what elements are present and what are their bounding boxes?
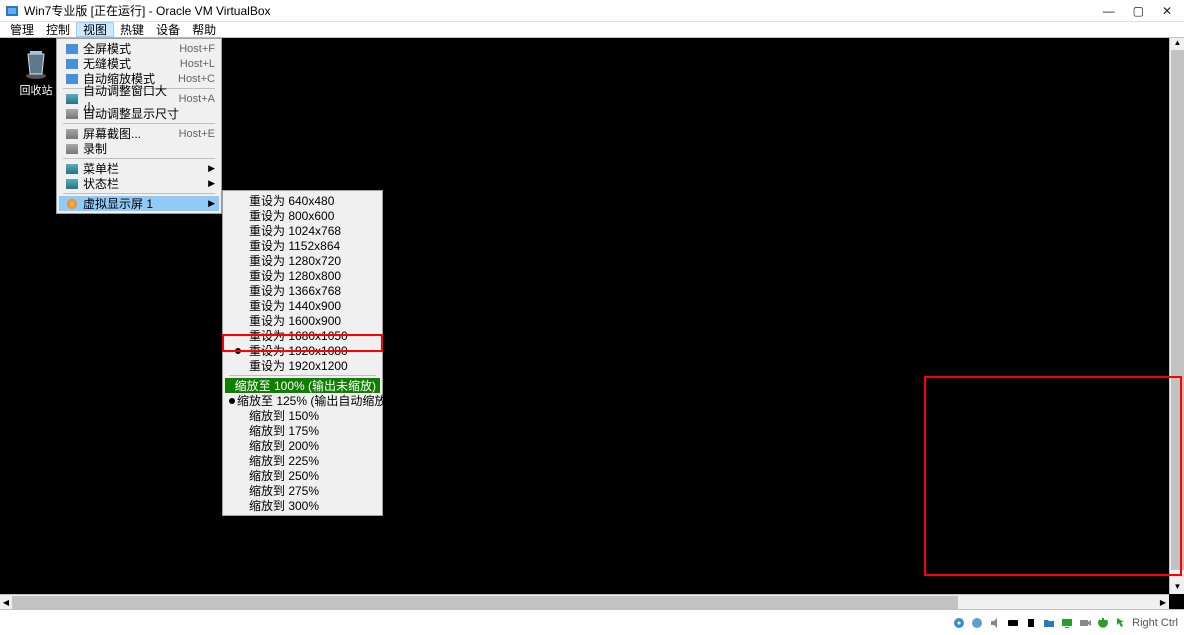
submenu-item[interactable]: 缩放到 250% (225, 468, 380, 483)
close-button[interactable]: ✕ (1162, 4, 1172, 18)
submenu-arrow-icon: ▶ (208, 198, 215, 209)
submenu-item[interactable]: 缩放到 150% (225, 408, 380, 423)
submenu-item[interactable]: 缩放到 225% (225, 453, 380, 468)
submenu-item[interactable]: 重设为 1024x768 (225, 223, 380, 238)
scroll-left-icon[interactable]: ◀ (0, 595, 12, 610)
record-icon[interactable] (1078, 616, 1092, 630)
blue-icon (63, 44, 81, 54)
submenu-arrow-icon: ▶ (208, 178, 215, 189)
menu-2[interactable]: 视图 (76, 22, 114, 37)
statusbar: Right Ctrl (0, 609, 1184, 635)
recycle-bin[interactable]: 回收站 (12, 44, 60, 98)
menu-5[interactable]: 帮助 (186, 22, 222, 37)
view-menu-item[interactable]: 屏幕截图...Host+E (59, 126, 219, 141)
minimize-button[interactable]: — (1103, 4, 1115, 18)
view-menu-item[interactable]: 自动调整窗口大小Host+A (59, 91, 219, 106)
submenu-item[interactable]: 缩放到 200% (225, 438, 380, 453)
submenu-item[interactable]: 重设为 640x480 (225, 193, 380, 208)
folder-icon[interactable] (1042, 616, 1056, 630)
horizontal-scrollbar[interactable]: ◀ ▶ (0, 594, 1169, 609)
scroll-up-icon[interactable]: ▲ (1170, 38, 1184, 50)
scroll-down-icon[interactable]: ▼ (1170, 582, 1184, 594)
teal-icon (63, 179, 81, 189)
submenu-item[interactable]: 重设为 1366x768 (225, 283, 380, 298)
submenu-item[interactable]: 重设为 800x600 (225, 208, 380, 223)
view-menu-item[interactable]: 自动调整显示尺寸 (59, 106, 219, 121)
menu-shortcut: Host+A (179, 93, 215, 105)
virtual-screen-submenu: 重设为 640x480重设为 800x600重设为 1024x768重设为 11… (222, 190, 383, 516)
submenu-item[interactable]: 重设为 1440x900 (225, 298, 380, 313)
menu-shortcut: Host+E (179, 128, 215, 140)
menu-shortcut: Host+F (179, 43, 215, 55)
submenu-item[interactable]: 重设为 1280x720 (225, 253, 380, 268)
submenu-item[interactable]: 重设为 1152x864 (225, 238, 380, 253)
maximize-button[interactable]: ▢ (1133, 4, 1144, 18)
guest-display[interactable]: 回收站 全屏模式Host+F无缝模式Host+L自动缩放模式Host+C自动调整… (0, 38, 1184, 609)
machine-state-icon[interactable] (1096, 616, 1110, 630)
usb-icon[interactable] (1024, 616, 1038, 630)
menu-separator (63, 123, 215, 124)
submenu-arrow-icon: ▶ (208, 163, 215, 174)
submenu-item[interactable]: 重设为 1920x1080 (225, 343, 380, 358)
teal-icon (63, 94, 81, 104)
vertical-scrollbar[interactable]: ▲ ▼ (1169, 38, 1184, 594)
submenu-item-label: 缩放到 300% (247, 497, 376, 514)
menu-separator (63, 158, 215, 159)
submenu-item[interactable]: 缩放到 175% (225, 423, 380, 438)
menu-item-label: 虚拟显示屏 1 (81, 195, 215, 212)
submenu-item[interactable]: 重设为 1280x800 (225, 268, 380, 283)
menubar: 管理控制视图热键设备帮助 (0, 22, 1184, 38)
host-key-label: Right Ctrl (1132, 617, 1178, 629)
gray-icon (63, 144, 81, 154)
audio-icon[interactable] (988, 616, 1002, 630)
gray-icon (63, 129, 81, 139)
menu-1[interactable]: 控制 (40, 22, 76, 37)
submenu-separator (229, 375, 376, 376)
radio-slot (229, 348, 247, 354)
view-menu-dropdown: 全屏模式Host+F无缝模式Host+L自动缩放模式Host+C自动调整窗口大小… (56, 38, 222, 214)
menu-3[interactable]: 热键 (114, 22, 150, 37)
view-menu-item[interactable]: 虚拟显示屏 1▶ (59, 196, 219, 211)
view-menu-item[interactable]: 录制 (59, 141, 219, 156)
blue-icon (63, 59, 81, 69)
submenu-item[interactable]: 缩放至 125% (输出自动缩放) (225, 393, 380, 408)
view-menu-item[interactable]: 无缝模式Host+L (59, 56, 219, 71)
scroll-right-icon[interactable]: ▶ (1157, 595, 1169, 610)
submenu-item-label: 重设为 1920x1200 (247, 357, 376, 374)
submenu-item[interactable]: 重设为 1600x900 (225, 313, 380, 328)
submenu-item[interactable]: 重设为 1680x1050 (225, 328, 380, 343)
menu-shortcut: Host+C (178, 73, 215, 85)
menu-4[interactable]: 设备 (150, 22, 186, 37)
gray-icon (63, 109, 81, 119)
submenu-item[interactable]: 缩放到 300% (225, 498, 380, 513)
menu-shortcut: Host+L (180, 58, 215, 70)
horizontal-scrollbar-thumb[interactable] (12, 596, 958, 609)
orange-icon (63, 199, 81, 209)
recycle-bin-icon (18, 44, 54, 80)
submenu-item[interactable]: 重设为 1920x1200 (225, 358, 380, 373)
menu-item-label: 录制 (81, 140, 215, 157)
optical-icon[interactable] (970, 616, 984, 630)
vertical-scrollbar-thumb[interactable] (1171, 50, 1184, 570)
window-title: Win7专业版 [正在运行] - Oracle VM VirtualBox (24, 2, 1103, 19)
submenu-item[interactable]: 缩放到 275% (225, 483, 380, 498)
view-menu-item[interactable]: 菜单栏▶ (59, 161, 219, 176)
display-icon[interactable] (1060, 616, 1074, 630)
submenu-item[interactable]: 缩放至 100% (输出未缩放) (225, 378, 380, 393)
virtualbox-icon (4, 3, 20, 19)
teal-icon (63, 164, 81, 174)
network-icon[interactable] (1006, 616, 1020, 630)
menu-item-label: 状态栏 (81, 175, 215, 192)
recycle-bin-label: 回收站 (12, 82, 60, 98)
blue-icon (63, 74, 81, 84)
disk-icon[interactable] (952, 616, 966, 630)
menu-item-label: 自动调整显示尺寸 (81, 105, 215, 122)
mouse-integration-icon[interactable] (1114, 616, 1128, 630)
menu-separator (63, 193, 215, 194)
view-menu-item[interactable]: 全屏模式Host+F (59, 41, 219, 56)
menu-0[interactable]: 管理 (4, 22, 40, 37)
view-menu-item[interactable]: 状态栏▶ (59, 176, 219, 191)
